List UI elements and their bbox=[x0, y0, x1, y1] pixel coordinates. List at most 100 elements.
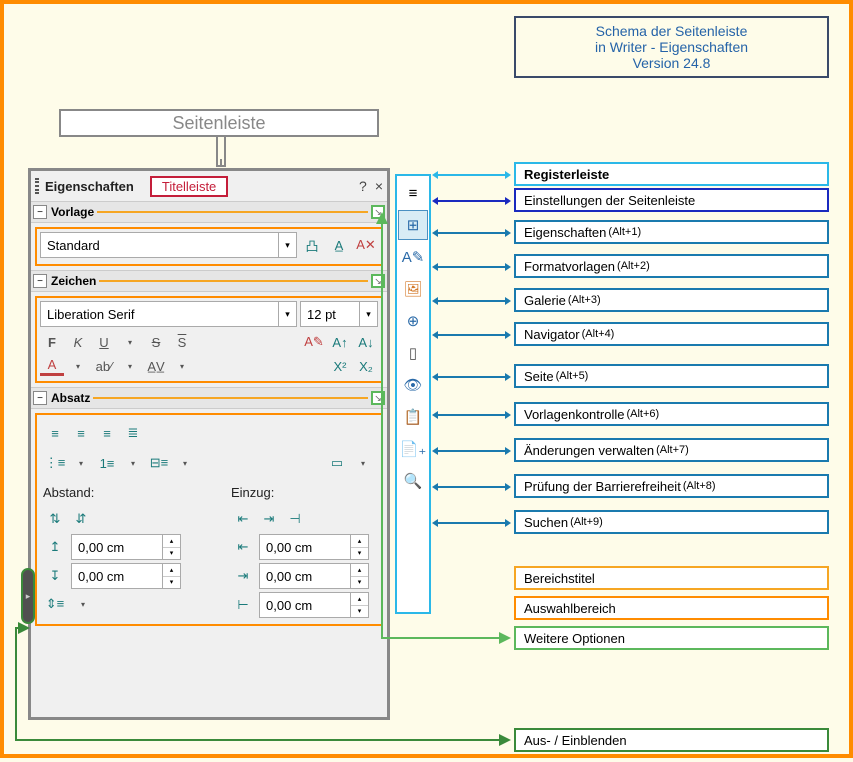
legend-properties: Eigenschaften(Alt+1) bbox=[514, 220, 829, 244]
changes-tab-icon[interactable]: 📋 bbox=[398, 402, 428, 432]
section-header-zeichen[interactable]: − Zeichen ↘ bbox=[31, 270, 387, 292]
section-body-vorlage: Standard ▾ 凸 A̲ A✕ bbox=[31, 223, 387, 270]
legend-toggle: Aus- / Einblenden bbox=[514, 728, 829, 752]
bullet-list-icon[interactable]: ⋮≡ bbox=[43, 451, 67, 475]
more-options-button[interactable]: ↘ bbox=[371, 205, 385, 219]
indent-left-input[interactable]: 0,00 cm▴▾ bbox=[259, 534, 369, 560]
outline-icon[interactable]: ⊟≡ bbox=[147, 451, 171, 475]
panel-title: Eigenschaften bbox=[45, 179, 134, 194]
chevron-down-icon[interactable]: ▾ bbox=[66, 354, 90, 378]
align-left-icon[interactable]: ≡ bbox=[43, 421, 67, 445]
properties-tab-icon[interactable]: ⊞ bbox=[398, 210, 428, 240]
collapse-icon[interactable]: − bbox=[33, 391, 47, 405]
dec-spacing-icon[interactable]: ⇵ bbox=[69, 507, 93, 531]
section-title: Vorlage bbox=[51, 205, 94, 219]
accessibility-tab-icon[interactable]: 📄₊ bbox=[398, 434, 428, 464]
font-combo[interactable]: Liberation Serif ▾ bbox=[40, 301, 297, 327]
legend-page: Seite(Alt+5) bbox=[514, 364, 829, 388]
chevron-down-icon[interactable]: ▾ bbox=[351, 451, 375, 475]
legend-changes: Änderungen verwalten(Alt+7) bbox=[514, 438, 829, 462]
chevron-down-icon[interactable]: ▾ bbox=[121, 451, 145, 475]
indent-first-input[interactable]: 0,00 cm▴▾ bbox=[259, 592, 369, 618]
chevron-down-icon[interactable]: ▾ bbox=[118, 330, 142, 354]
collapse-icon[interactable]: − bbox=[33, 205, 47, 219]
shrink-font-icon[interactable]: A↓ bbox=[354, 330, 378, 354]
section-header-absatz[interactable]: − Absatz ↘ bbox=[31, 387, 387, 409]
underline-icon[interactable]: U bbox=[92, 330, 116, 354]
strike-icon[interactable]: S bbox=[144, 330, 168, 354]
styles-tab-icon[interactable]: A✎ bbox=[398, 242, 428, 272]
hanging-icon[interactable]: ⊣ bbox=[283, 507, 307, 531]
more-options-button[interactable]: ↘ bbox=[371, 391, 385, 405]
indent-label: Einzug: bbox=[231, 485, 369, 500]
align-center-icon[interactable]: ≡ bbox=[69, 421, 93, 445]
legend-register: Registerleiste bbox=[514, 162, 829, 186]
collapse-icon[interactable]: − bbox=[33, 274, 47, 288]
char-spacing-icon[interactable]: A̲V̲ bbox=[144, 354, 168, 378]
help-button[interactable]: ? bbox=[359, 178, 367, 194]
superscript-icon[interactable]: X² bbox=[328, 354, 352, 378]
chevron-down-icon[interactable]: ▾ bbox=[69, 451, 93, 475]
bold-icon[interactable]: F bbox=[40, 330, 64, 354]
new-style-icon[interactable]: A̲ bbox=[327, 233, 351, 257]
indent-first-icon: ⊢ bbox=[231, 593, 255, 617]
paragraph-style-combo[interactable]: Standard ▾ bbox=[40, 232, 297, 258]
legend-area-select: Auswahlbereich bbox=[514, 596, 829, 620]
spacing-label: Abstand: bbox=[43, 485, 181, 500]
overline-icon[interactable]: S bbox=[170, 330, 194, 354]
number-list-icon[interactable]: 1≡ bbox=[95, 451, 119, 475]
titlebar-badge: Titelleiste bbox=[150, 176, 228, 197]
section-title: Zeichen bbox=[51, 274, 96, 288]
grow-font-icon[interactable]: A↑ bbox=[328, 330, 352, 354]
page-tab-icon[interactable]: ▯ bbox=[398, 338, 428, 368]
tab-bar: ≡ ⊞ A✎ 🖼 ⊕ ▯ 👁 📋 📄₊ 🔍 bbox=[395, 174, 431, 614]
section-header-vorlage[interactable]: − Vorlage ↘ bbox=[31, 201, 387, 223]
navigator-tab-icon[interactable]: ⊕ bbox=[398, 306, 428, 336]
connector bbox=[220, 159, 222, 167]
chevron-down-icon[interactable]: ▾ bbox=[278, 233, 296, 257]
highlight-color-icon[interactable]: ab⁄ bbox=[92, 354, 116, 378]
chevron-down-icon[interactable]: ▾ bbox=[71, 592, 95, 616]
italic-icon[interactable]: K bbox=[66, 330, 90, 354]
section-title: Absatz bbox=[51, 391, 90, 405]
diagram-title: Schema der Seitenleiste in Writer - Eige… bbox=[514, 16, 829, 78]
chevron-down-icon[interactable]: ▾ bbox=[170, 354, 194, 378]
dec-indent-icon[interactable]: ⇥ bbox=[257, 507, 281, 531]
section-underline bbox=[93, 397, 368, 399]
clear-style-icon[interactable]: A✕ bbox=[354, 233, 378, 257]
font-size-combo[interactable]: 12 pt ▾ bbox=[300, 301, 378, 327]
line-spacing-icon[interactable]: ⇕≡ bbox=[43, 592, 67, 616]
font-color-icon[interactable]: A bbox=[40, 356, 64, 376]
style-inspector-tab-icon[interactable]: 👁 bbox=[398, 370, 428, 400]
grip-icon[interactable] bbox=[35, 178, 39, 194]
gallery-tab-icon[interactable]: 🖼 bbox=[398, 274, 428, 304]
more-options-button[interactable]: ↘ bbox=[371, 274, 385, 288]
inc-indent-icon[interactable]: ⇤ bbox=[231, 507, 255, 531]
titlebar: Eigenschaften Titelleiste ? × bbox=[31, 171, 387, 201]
align-justify-icon[interactable]: ≣ bbox=[121, 421, 145, 445]
chevron-down-icon[interactable]: ▾ bbox=[278, 302, 296, 326]
title-line1: Schema der Seitenleiste bbox=[596, 23, 748, 39]
menu-icon[interactable]: ≡ bbox=[398, 178, 428, 208]
highlight-icon[interactable]: A✎ bbox=[302, 330, 326, 354]
space-below-input[interactable]: 0,00 cm▴▾ bbox=[71, 563, 181, 589]
chevron-down-icon[interactable]: ▾ bbox=[173, 451, 197, 475]
chevron-down-icon[interactable]: ▾ bbox=[118, 354, 142, 378]
inc-spacing-icon[interactable]: ⇅ bbox=[43, 507, 67, 531]
align-right-icon[interactable]: ≡ bbox=[95, 421, 119, 445]
legend-settings: Einstellungen der Seitenleiste bbox=[514, 188, 829, 212]
indent-right-input[interactable]: 0,00 cm▴▾ bbox=[259, 563, 369, 589]
close-button[interactable]: × bbox=[375, 178, 383, 194]
section-underline bbox=[99, 280, 368, 282]
indent-left-icon: ⇤ bbox=[231, 535, 255, 559]
space-above-input[interactable]: 0,00 cm▴▾ bbox=[71, 534, 181, 560]
toggle-handle[interactable]: ▸ bbox=[21, 568, 35, 624]
section-body-absatz: ≡ ≡ ≡ ≣ ⋮≡ ▾ 1≡ ▾ ⊟≡ ▾ ▭ ▾ Abstand: bbox=[31, 409, 387, 630]
title-line3: Version 24.8 bbox=[633, 55, 711, 71]
search-tab-icon[interactable]: 🔍 bbox=[398, 466, 428, 496]
update-style-icon[interactable]: 凸 bbox=[300, 233, 324, 257]
bg-color-icon[interactable]: ▭ bbox=[325, 451, 349, 475]
subscript-icon[interactable]: X₂ bbox=[354, 354, 378, 378]
titlebar-actions: ? × bbox=[359, 178, 383, 194]
chevron-down-icon[interactable]: ▾ bbox=[359, 302, 377, 326]
